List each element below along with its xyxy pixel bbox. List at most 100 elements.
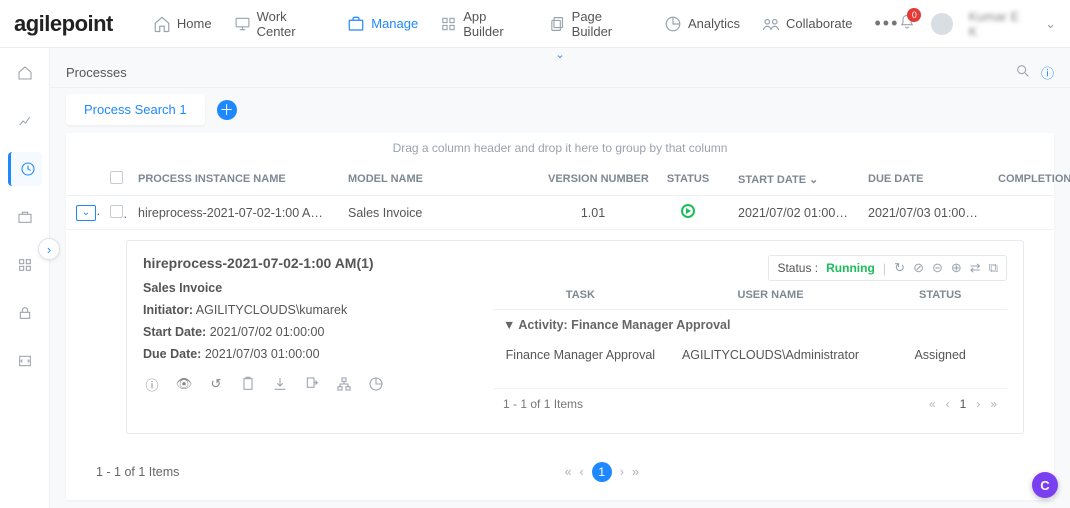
pause-icon[interactable]: ⊝ (932, 260, 943, 276)
brand-logo: agilepoint (14, 11, 113, 37)
tasks-table: TASK USER NAME STATUS ▼ Activity: Financ… (493, 281, 1007, 388)
nav-manage-label: Manage (371, 16, 418, 31)
grid-panel: Drag a column header and drop it here to… (66, 133, 1054, 500)
grid-pager-next-icon[interactable]: › (620, 465, 624, 479)
tabs-row: Process Search 1 ＋ (50, 88, 1070, 125)
col-version[interactable]: VERSION NUMBER (538, 163, 648, 196)
tab-process-search[interactable]: Process Search 1 (66, 94, 205, 125)
task-status: Assigned (873, 340, 1007, 370)
grid-pager-first-icon[interactable]: « (565, 465, 572, 479)
add-tab-button[interactable]: ＋ (217, 100, 237, 120)
nav-collaborate-label: Collaborate (786, 16, 853, 31)
grid-pager-prev-icon[interactable]: ‹ (580, 465, 584, 479)
nav-home-label: Home (177, 16, 212, 31)
pager-next-icon[interactable]: › (976, 397, 980, 411)
task-user: AGILITYCLOUDS\Administrator (668, 340, 874, 370)
refresh-icon[interactable]: ↻ (894, 260, 905, 276)
pager-last-icon[interactable]: » (990, 397, 997, 411)
sidebar-briefcase[interactable] (8, 200, 42, 234)
status-label: Status : (777, 261, 818, 275)
col-instance[interactable]: PROCESS INSTANCE NAME (128, 163, 338, 196)
pager-prev-icon[interactable]: ‹ (946, 397, 950, 411)
breadcrumb: Processes ⓘ (50, 58, 1070, 88)
col-completion[interactable]: COMPLETION DATE (988, 163, 1054, 196)
col-start[interactable]: START DATE ⌄ (728, 163, 858, 196)
nav-analytics-label: Analytics (688, 16, 740, 31)
sidebar-clock[interactable] (8, 152, 42, 186)
monitor-icon (234, 15, 251, 33)
pager-first-icon[interactable]: « (929, 397, 936, 411)
group-hint: Drag a column header and drop it here to… (66, 133, 1054, 163)
status-box: Status : Running | ↻ ⊘ ⊝ ⊕ ⇄ ⧉ (768, 255, 1007, 281)
grid-icon (440, 15, 457, 33)
sidebar-code[interactable] (8, 344, 42, 378)
search-icon[interactable] (1015, 63, 1031, 82)
row-expand-button[interactable]: ⌄ (76, 205, 96, 221)
notifications-button[interactable]: 0 (899, 14, 915, 33)
detail-panel: hireprocess-2021-07-02-1:00 AM(1) Sales … (126, 240, 1024, 434)
nav-manage[interactable]: Manage (347, 15, 418, 33)
col-user[interactable]: USER NAME (668, 281, 874, 310)
row-checkbox[interactable] (110, 205, 123, 218)
nav-analytics[interactable]: Analytics (664, 15, 740, 33)
chat-fab[interactable]: C (1032, 472, 1058, 498)
grid-pager-last-icon[interactable]: » (632, 465, 639, 479)
activity-row[interactable]: ▼ Activity: Finance Manager Approval (493, 310, 1007, 341)
export-action-icon[interactable] (303, 375, 321, 393)
chart-icon (17, 113, 33, 129)
select-all-checkbox[interactable] (110, 171, 123, 184)
due-value: 2021/07/03 01:00:00 (205, 347, 320, 361)
code-icon (17, 353, 33, 369)
col-task-status[interactable]: STATUS (873, 281, 1007, 310)
sidebar-home[interactable] (8, 56, 42, 90)
clipboard-action-icon[interactable] (239, 375, 257, 393)
top-nav: agilepoint Home Work Center Manage App B… (0, 0, 1070, 48)
sidebar-collapse-button[interactable]: › (38, 238, 60, 260)
col-model[interactable]: MODEL NAME (338, 163, 538, 196)
cell-instance: hireprocess-2021-07-02-1:00 AM(1) (128, 196, 338, 230)
process-grid: PROCESS INSTANCE NAME MODEL NAME VERSION… (66, 163, 1054, 230)
hierarchy-action-icon[interactable] (335, 375, 353, 393)
stop-icon[interactable]: ⊘ (913, 260, 924, 276)
activity-label: Activity: Finance Manager Approval (518, 318, 730, 332)
sidebar-apps[interactable] (8, 248, 42, 282)
download-action-icon[interactable] (271, 375, 289, 393)
col-due[interactable]: DUE DATE (858, 163, 988, 196)
col-task[interactable]: TASK (493, 281, 668, 310)
info-action-icon[interactable]: ⓘ (143, 375, 161, 393)
history-action-icon[interactable]: ↺ (207, 375, 225, 393)
tasks-pager-text: 1 - 1 of 1 Items (503, 397, 583, 411)
task-row[interactable]: Finance Manager Approval AGILITYCLOUDS\A… (493, 340, 1007, 370)
view-action-icon[interactable]: 👁 (175, 375, 193, 393)
swap-icon[interactable]: ⇄ (970, 260, 981, 276)
resume-icon[interactable]: ⊕ (951, 260, 962, 276)
sidebar-chart[interactable] (8, 104, 42, 138)
report-action-icon[interactable] (367, 375, 385, 393)
activity-collapse-icon[interactable]: ▼ (503, 318, 515, 332)
info-icon[interactable]: ⓘ (1041, 63, 1054, 82)
grid-header-row: PROCESS INSTANCE NAME MODEL NAME VERSION… (66, 163, 1054, 196)
expand-topnav-icon[interactable]: ⌄ (50, 48, 1070, 58)
tasks-pager: 1 - 1 of 1 Items « ‹ 1 › » (493, 388, 1007, 419)
nav-app-builder[interactable]: App Builder (440, 9, 526, 39)
col-status[interactable]: STATUS (648, 163, 728, 196)
bell-badge: 0 (907, 8, 921, 22)
chevron-down-icon[interactable]: ⌄ (1045, 16, 1056, 32)
status-value: Running (826, 261, 875, 275)
avatar[interactable] (931, 13, 952, 35)
nav-more-icon[interactable]: ••• (874, 13, 899, 34)
copy-icon[interactable]: ⧉ (989, 260, 998, 276)
nav-collaborate[interactable]: Collaborate (762, 15, 853, 33)
detail-action-bar: ⓘ 👁 ↺ (143, 375, 493, 393)
sort-desc-icon: ⌄ (809, 174, 818, 186)
detail-tasks: Status : Running | ↻ ⊘ ⊝ ⊕ ⇄ ⧉ (493, 255, 1007, 419)
sidebar-lock[interactable] (8, 296, 42, 330)
briefcase-icon (17, 209, 33, 225)
apps-icon (17, 257, 33, 273)
nav-home[interactable]: Home (153, 15, 212, 33)
nav-page-builder[interactable]: Page Builder (549, 9, 642, 39)
detail-model: Sales Invoice (143, 281, 222, 295)
initiator-label: Initiator: (143, 303, 193, 317)
table-row[interactable]: ⌄ hireprocess-2021-07-02-1:00 AM(1) Sale… (66, 196, 1054, 230)
nav-work-center[interactable]: Work Center (234, 9, 326, 39)
